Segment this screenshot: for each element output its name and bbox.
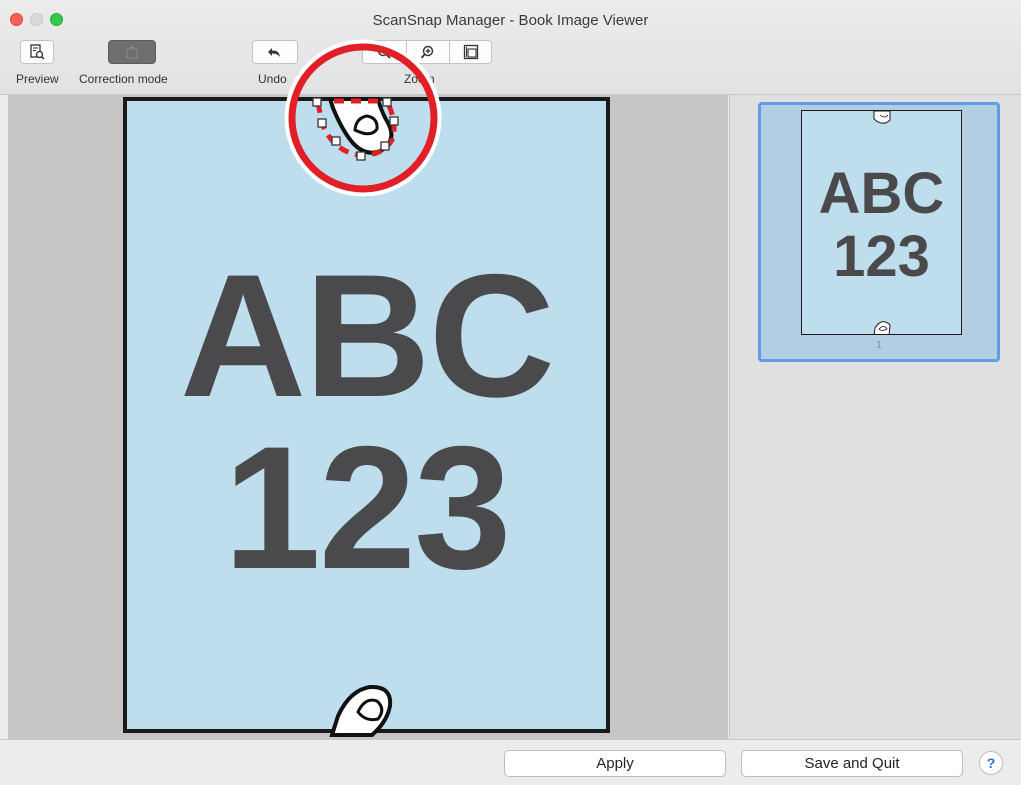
bottom-bar: Apply Save and Quit ? [0,739,1021,785]
thumbnail-item-selected[interactable]: ABC 123 1 [758,102,1000,362]
scanned-page[interactable]: ABC 123 [123,97,610,733]
thumbnail-page-number: 1 [876,340,882,351]
page-text-abc: ABC [179,239,555,434]
preview-label: Preview [16,72,59,86]
zoom-label: Zoom [404,72,435,86]
book-image-viewer-window: ScanSnap Manager - Book Image Viewer Pre… [0,0,1021,785]
page-text-123: 123 [223,411,512,606]
fit-page-icon [463,44,478,60]
thumbnail-fingers [873,111,891,334]
correction-mode-button[interactable] [108,40,156,64]
thumbnail-sidebar: ABC 123 1 [729,95,1021,739]
thumbnail-page: ABC 123 [801,110,962,335]
undo-label: Undo [258,72,287,86]
zoom-out-segment[interactable] [363,41,405,63]
page-preview-area[interactable]: ABC 123 [8,95,728,739]
preview-icon [30,44,45,60]
save-and-quit-button[interactable]: Save and Quit [741,750,963,777]
apply-button[interactable]: Apply [504,750,726,777]
fit-page-segment[interactable] [450,41,491,63]
correction-mode-label: Correction mode [79,72,168,86]
undo-button[interactable] [252,40,298,64]
zoom-in-icon [420,45,434,59]
correction-mode-icon [126,46,138,59]
zoom-in-segment[interactable] [407,41,449,63]
title-bar: ScanSnap Manager - Book Image Viewer Pre… [0,0,1021,95]
zoom-out-icon [377,45,391,59]
window-title: ScanSnap Manager - Book Image Viewer [372,12,649,29]
undo-arrow-icon [268,48,280,57]
preview-button[interactable] [20,40,54,64]
help-button[interactable]: ? [979,751,1003,775]
